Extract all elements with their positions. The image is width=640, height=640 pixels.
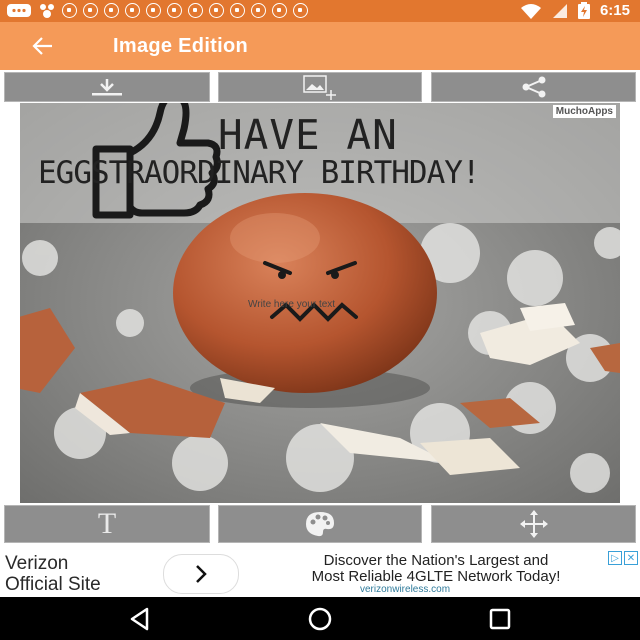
- chevron-right-icon: [196, 565, 207, 583]
- share-button[interactable]: [431, 72, 636, 102]
- ad-banner[interactable]: Verizon Official Site Discover the Natio…: [0, 551, 640, 595]
- text-tool-button[interactable]: T: [4, 505, 210, 543]
- ad-brand-line-1: Verizon: [5, 553, 69, 574]
- home-nav-icon[interactable]: [305, 604, 335, 634]
- ad-headline[interactable]: Discover the Nation's Largest and Most R…: [246, 553, 626, 585]
- soccer-ball-icon: [188, 3, 203, 18]
- system-icons: 6:15: [520, 2, 630, 19]
- soccer-ball-icon: [209, 3, 224, 18]
- soccer-ball-icon: [251, 3, 266, 18]
- paw-icon: [40, 4, 54, 18]
- headline-line-2[interactable]: EGGSTRAORDINARY BIRTHDAY!: [38, 155, 481, 191]
- share-icon: [522, 76, 545, 98]
- ad-go-button[interactable]: [163, 554, 239, 594]
- image-canvas[interactable]: MuchoApps HAVE AN EGGSTRAORDINARY BIRTHD…: [20, 103, 620, 503]
- ad-url[interactable]: verizonwireless.com: [360, 584, 450, 595]
- page-title: Image Edition: [113, 35, 249, 57]
- add-image-icon: [303, 75, 336, 100]
- palette-icon: [306, 512, 334, 537]
- ad-headline-line-2: Most Reliable 4GLTE Network Today!: [311, 568, 561, 585]
- soccer-ball-icon: [146, 3, 161, 18]
- clock: 6:15: [599, 2, 630, 19]
- text-icon: T: [97, 507, 117, 540]
- ad-headline-line-1: Discover the Nation's Largest and: [323, 552, 549, 569]
- soccer-ball-icon: [167, 3, 182, 18]
- wifi-icon: [520, 3, 541, 19]
- ad-close-icon[interactable]: ✕: [624, 551, 638, 565]
- soccer-ball-icon: [230, 3, 245, 18]
- ad-info-icon[interactable]: ▷: [608, 551, 622, 565]
- ad-brand-line-2: Official Site: [5, 574, 101, 595]
- text-input-placeholder[interactable]: Write here your text: [248, 299, 335, 310]
- notification-icons: [6, 3, 308, 18]
- soccer-ball-icon: [293, 3, 308, 18]
- back-nav-icon[interactable]: [125, 604, 155, 634]
- status-bar: 6:15: [0, 0, 640, 22]
- add-image-button[interactable]: [218, 72, 422, 102]
- soccer-ball-icon: [272, 3, 287, 18]
- download-button[interactable]: [4, 72, 210, 102]
- battery-icon: [577, 2, 590, 19]
- soccer-ball-icon: [104, 3, 119, 18]
- watermark: MuchoApps: [552, 105, 616, 118]
- soccer-ball-icon: [62, 3, 77, 18]
- ad-choices[interactable]: ▷ ✕: [608, 551, 638, 565]
- navigation-bar: [0, 597, 640, 640]
- recents-nav-icon[interactable]: [485, 604, 515, 634]
- message-icon: [7, 4, 31, 17]
- color-palette-button[interactable]: [218, 505, 422, 543]
- soccer-ball-icon: [125, 3, 140, 18]
- app-bar: Image Edition: [0, 22, 640, 70]
- arrow-left-icon[interactable]: [30, 33, 56, 59]
- signal-icon: [552, 3, 567, 18]
- soccer-ball-icon: [83, 3, 98, 18]
- move-arrows-icon: [519, 510, 548, 538]
- headline-line-1[interactable]: HAVE AN: [218, 111, 398, 159]
- move-tool-button[interactable]: [431, 505, 636, 543]
- ad-brand[interactable]: Verizon Official Site: [5, 553, 101, 595]
- download-icon: [92, 79, 122, 96]
